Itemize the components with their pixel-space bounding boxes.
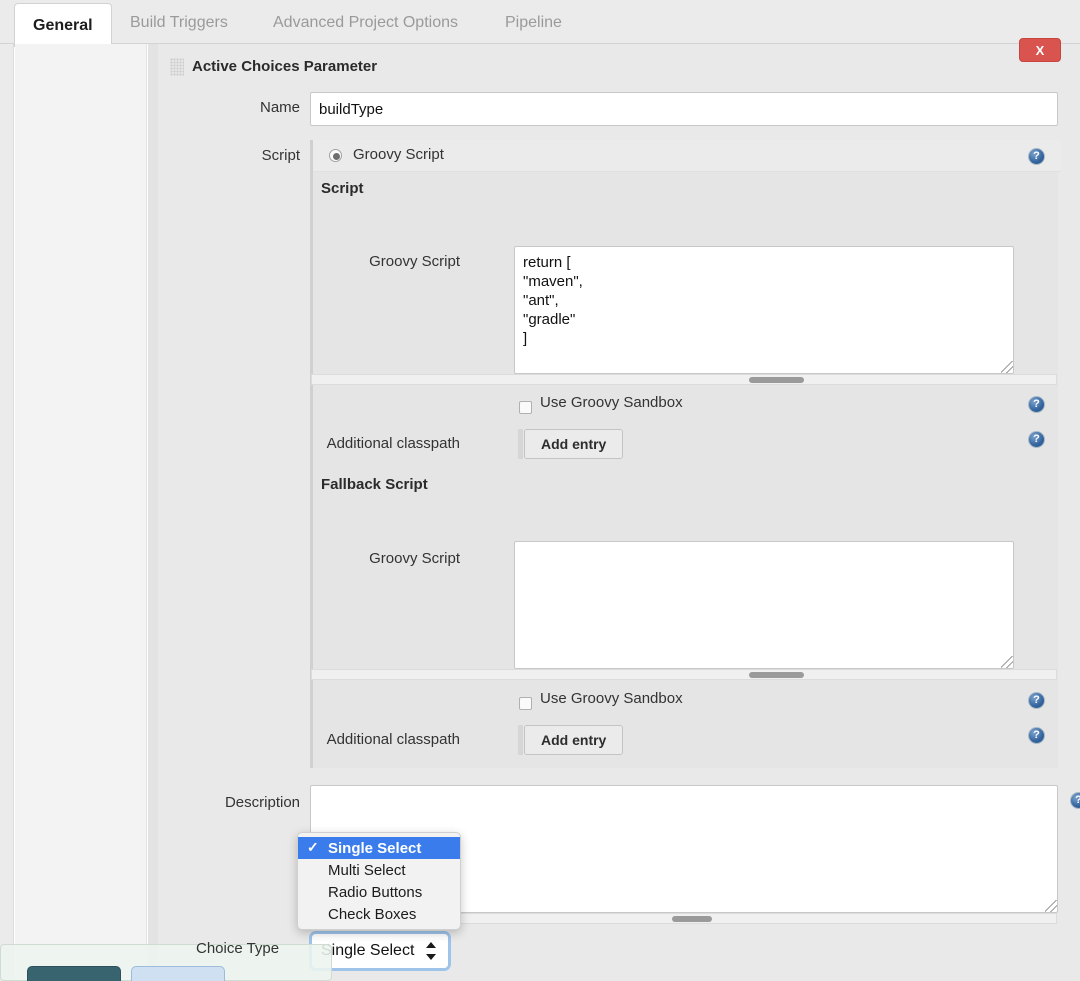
dropdown-option-label: Check Boxes [328, 906, 416, 923]
help-icon-main-sandbox[interactable]: ? [1028, 396, 1045, 413]
help-icon-groovy-script[interactable]: ? [1028, 148, 1045, 165]
tab-bar: General Build Triggers Advanced Project … [0, 0, 1080, 44]
help-icon-fallback-classpath[interactable]: ? [1028, 727, 1045, 744]
main-script-hscroll-thumb[interactable] [749, 377, 804, 383]
tab-general-label: General [33, 17, 93, 35]
dropdown-option-label: Multi Select [328, 862, 406, 879]
groovy-script-radio-label: Groovy Script [353, 146, 444, 163]
fallback-script-hscrollbar[interactable] [311, 669, 1057, 680]
fallback-use-groovy-sandbox-label: Use Groovy Sandbox [540, 690, 683, 707]
help-icon-glyph: ? [1075, 795, 1080, 806]
fallback-use-groovy-sandbox-checkbox[interactable] [519, 697, 532, 710]
main-add-entry-label: Add entry [541, 436, 606, 452]
help-icon-main-classpath[interactable]: ? [1028, 431, 1045, 448]
tab-advanced-project-options-label: Advanced Project Options [273, 14, 458, 32]
sidebar-panel [15, 44, 147, 981]
main-add-entry-button[interactable]: Add entry [524, 429, 623, 459]
groovy-script-radio-row[interactable]: Groovy Script [313, 140, 1061, 172]
help-icon-glyph: ? [1033, 730, 1040, 741]
choice-type-selected-value: Single Select [321, 942, 414, 960]
dropdown-option-single-select[interactable]: ✓ Single Select [298, 837, 460, 859]
fallback-add-entry-button[interactable]: Add entry [524, 725, 623, 755]
main-groovy-script-label: Groovy Script [290, 253, 460, 270]
help-icon-glyph: ? [1033, 399, 1040, 410]
dropdown-option-label: Single Select [328, 840, 421, 857]
fallback-additional-classpath-label: Additional classpath [290, 731, 460, 748]
script-label: Script [140, 147, 300, 164]
help-icon-description[interactable]: ? [1070, 792, 1080, 809]
tab-build-triggers-label: Build Triggers [130, 14, 228, 32]
jenkins-config-page: General Build Triggers Advanced Project … [0, 0, 1080, 981]
choice-type-select[interactable]: Single Select [312, 934, 448, 968]
check-icon: ✓ [307, 839, 319, 856]
script-section-heading: Script [321, 180, 364, 197]
tab-general[interactable]: General [14, 3, 112, 47]
choice-type-dropdown-menu[interactable]: ✓ Single Select Multi Select Radio Butto… [297, 832, 461, 930]
help-icon-glyph: ? [1033, 434, 1040, 445]
main-additional-classpath-label: Additional classpath [290, 435, 460, 452]
fallback-groovy-script-label: Groovy Script [290, 550, 460, 567]
fallback-section-heading: Fallback Script [321, 476, 428, 493]
tab-pipeline-label: Pipeline [505, 14, 562, 32]
name-label: Name [140, 99, 300, 116]
main-use-groovy-sandbox-checkbox[interactable] [519, 401, 532, 414]
tab-advanced-project-options[interactable]: Advanced Project Options [255, 2, 476, 44]
main-use-groovy-sandbox-label: Use Groovy Sandbox [540, 394, 683, 411]
apply-button[interactable] [131, 966, 225, 981]
dropdown-option-radio-buttons[interactable]: Radio Buttons [298, 881, 460, 903]
bottom-action-bar [0, 944, 332, 981]
help-icon-fallback-sandbox[interactable]: ? [1028, 692, 1045, 709]
main-script-hscrollbar[interactable] [311, 374, 1057, 385]
dropdown-option-check-boxes[interactable]: Check Boxes [298, 903, 460, 925]
left-rail [0, 44, 14, 981]
fallback-add-entry-label: Add entry [541, 732, 606, 748]
chevron-down-icon [426, 954, 436, 960]
content-gutter [148, 44, 158, 981]
tab-build-triggers[interactable]: Build Triggers [112, 2, 246, 44]
close-button-label: X [1036, 43, 1045, 58]
dropdown-option-multi-select[interactable]: Multi Select [298, 859, 460, 881]
stepper-arrows-icon [426, 941, 436, 961]
description-label: Description [140, 794, 300, 811]
close-parameter-button[interactable]: X [1019, 38, 1061, 62]
drag-grip-icon[interactable] [170, 58, 184, 76]
help-icon-glyph: ? [1033, 151, 1040, 162]
groovy-script-radio[interactable] [329, 149, 342, 162]
tab-pipeline[interactable]: Pipeline [487, 2, 580, 44]
fallback-groovy-script-textarea[interactable] [514, 541, 1014, 669]
fallback-script-hscroll-thumb[interactable] [749, 672, 804, 678]
help-icon-glyph: ? [1033, 695, 1040, 706]
name-input[interactable] [310, 92, 1058, 126]
chevron-up-icon [426, 942, 436, 948]
page-title: Active Choices Parameter [192, 58, 377, 75]
main-groovy-script-textarea[interactable] [514, 246, 1014, 374]
choice-type-label: Choice Type [196, 940, 279, 957]
save-button[interactable] [27, 966, 121, 981]
description-hscroll-thumb[interactable] [672, 916, 712, 922]
dropdown-option-label: Radio Buttons [328, 884, 422, 901]
